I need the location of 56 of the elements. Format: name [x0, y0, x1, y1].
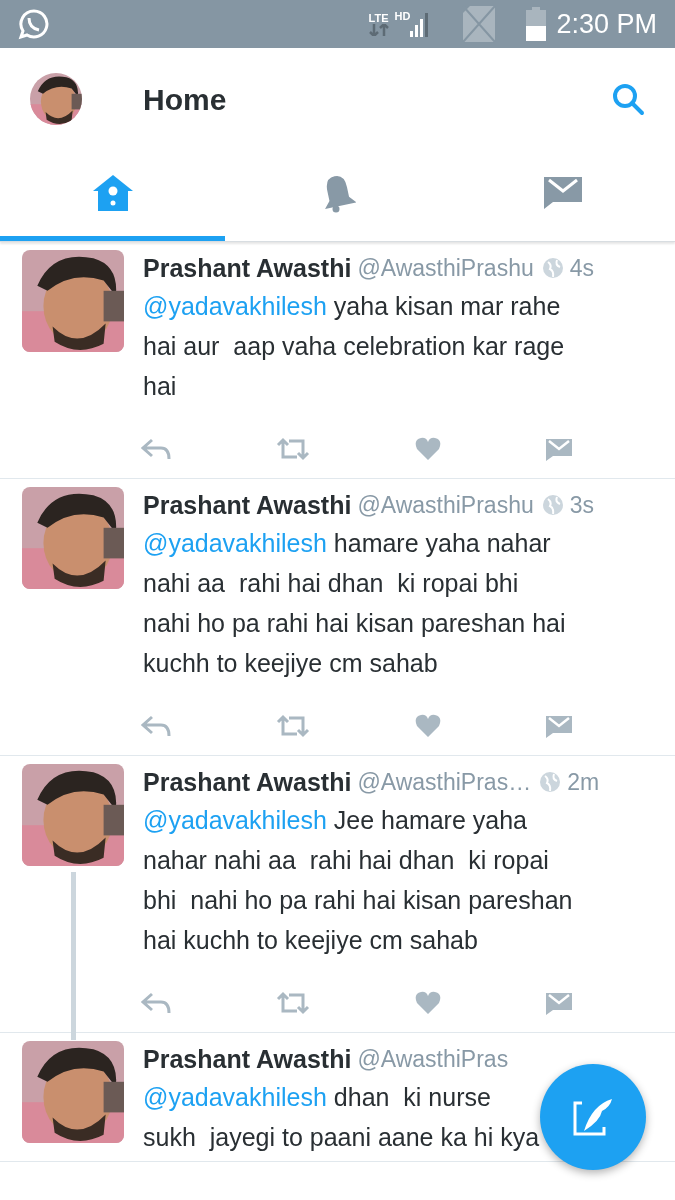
tweet-text: bhi nahi ho pa rahi hai kisan pareshan — [143, 885, 573, 916]
user-handle: @AwasthiPrashu — [357, 254, 534, 283]
tweet-text: nahar nahi aa rahi hai dhan ki ropai — [143, 845, 549, 876]
battery-icon — [526, 7, 547, 41]
tweet-text: hamare yaha nahar — [333, 528, 551, 559]
user-handle: @AwasthiPras… — [357, 768, 532, 797]
user-name[interactable]: Prashant Awasthi — [143, 487, 352, 523]
user-name[interactable]: Prashant Awasthi — [143, 764, 352, 800]
globe-icon — [539, 771, 562, 793]
tweet-text: Jee hamare yaha — [333, 805, 527, 836]
reply-icon[interactable] — [141, 714, 171, 738]
heart-icon[interactable] — [415, 991, 441, 1015]
retweet-icon[interactable] — [275, 991, 311, 1015]
tweet-text: nahi aa rahi hai dhan ki ropai bhi — [143, 568, 519, 599]
reply-icon[interactable] — [141, 437, 171, 461]
user-handle: @AwasthiPrashu — [357, 491, 534, 520]
search-icon[interactable] — [611, 82, 645, 116]
no-sim-icon — [462, 5, 497, 43]
envelope-icon — [542, 176, 583, 210]
tweet-text: hai aur aap vaha celebration kar rage — [143, 331, 565, 362]
globe-icon — [541, 494, 564, 516]
chat-bubble-icon — [18, 8, 50, 40]
tweet-text: dhan ki nurse — [333, 1082, 491, 1113]
quality-label: HD — [394, 9, 411, 24]
tweet-text: nahi ho pa rahi hai kisan pareshan hai — [143, 608, 566, 639]
reply-icon[interactable] — [141, 991, 171, 1015]
envelope-icon[interactable] — [545, 437, 573, 461]
tweet-text: hai — [143, 371, 177, 402]
user-name[interactable]: Prashant Awasthi — [143, 1041, 352, 1077]
heart-icon[interactable] — [415, 437, 441, 461]
retweet-icon[interactable] — [275, 437, 311, 461]
tweet-card[interactable]: Prashant Awasthi @AwasthiPrashu 3s @yadavakhilesh hamare yaha nahar nahi aa rahi hai dhan ki ropai bhi nahi ho pa rahi hai kisan pareshan hai kuchh to keejiye cm sahab — [0, 479, 675, 756]
compose-button[interactable] — [540, 1064, 646, 1170]
user-name[interactable]: Prashant Awasthi — [143, 250, 352, 286]
retweet-icon[interactable] — [275, 714, 311, 738]
tweet-time: 3s — [569, 491, 595, 520]
user-handle: @AwasthiPras — [357, 1045, 509, 1074]
globe-icon — [541, 257, 564, 279]
data-arrows-icon — [368, 23, 389, 36]
heart-icon[interactable] — [415, 714, 441, 738]
tweet-time: 2m — [567, 768, 600, 797]
envelope-icon[interactable] — [545, 991, 573, 1015]
signal-icon — [410, 11, 429, 37]
envelope-icon[interactable] — [545, 714, 573, 738]
tweet-text: hai kuchh to keejiye cm sahab — [143, 925, 478, 956]
tweet-text: kuchh to keejiye cm sahab — [143, 648, 438, 679]
compose-icon — [572, 1097, 614, 1137]
profile-avatar[interactable] — [30, 73, 82, 125]
tweet-text: sukh jayegi to paani aane ka hi kya — [143, 1122, 540, 1153]
page-title: Home — [143, 81, 227, 118]
network-label: LTE — [368, 12, 389, 24]
tweet-card[interactable]: Prashant Awasthi @AwasthiPrashu 4s @yadavakhilesh yaha kisan mar rahe hai aur aap vaha celebration kar rage hai — [0, 242, 675, 479]
clock-time: 2:30 PM — [556, 7, 657, 41]
tweet-time: 4s — [569, 254, 595, 283]
tweet-card[interactable]: Prashant Awasthi @AwasthiPras… 2m @yadavakhilesh Jee hamare yaha nahar nahi aa rahi hai dhan ki ropai bhi nahi ho pa rahi hai kisan pareshan hai kuchh to keejiye cm sahab — [0, 756, 675, 1033]
tweet-text: yaha kisan mar rahe — [333, 291, 561, 322]
